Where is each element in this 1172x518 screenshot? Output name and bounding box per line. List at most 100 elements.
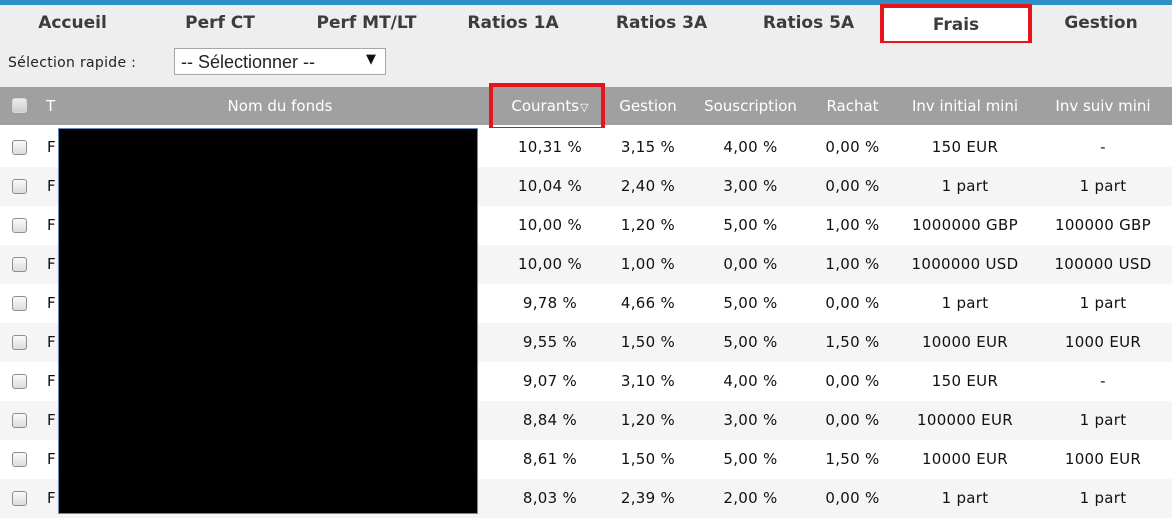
redacted-fund-names: [58, 128, 478, 514]
cell-courants: 8,03 %: [522, 489, 578, 507]
cell-gestion: 1,20 %: [620, 411, 676, 429]
column-header-inv-suiv[interactable]: Inv suiv mini: [1034, 87, 1172, 125]
column-header-courants[interactable]: Courants▽: [496, 87, 604, 125]
cell-inv-initial: 150 EUR: [931, 138, 999, 156]
cell-inv-initial: 1 part: [941, 177, 989, 195]
tab-bar: Accueil Perf CT Perf MT/LT Ratios 1A Rat…: [0, 5, 1172, 43]
cell-courants: 10,00 %: [517, 255, 583, 273]
cell-courants: 10,00 %: [517, 216, 583, 234]
tab-gestion[interactable]: Gestion: [1030, 5, 1172, 41]
tab-ratios-3a[interactable]: Ratios 3A: [588, 5, 735, 41]
quick-select-label: Sélection rapide :: [8, 55, 137, 71]
sort-descending-icon: ▽: [580, 101, 589, 114]
cell-rachat: 0,00 %: [825, 294, 880, 312]
cell-courants: 8,61 %: [522, 450, 578, 468]
tab-ratios-5a[interactable]: Ratios 5A: [735, 5, 882, 41]
column-header-type[interactable]: T: [46, 87, 60, 125]
column-header-gestion[interactable]: Gestion: [604, 87, 692, 125]
row-type: F: [47, 333, 56, 351]
cell-courants: 9,07 %: [522, 372, 578, 390]
column-header-courants-label: Courants: [511, 97, 580, 115]
tab-ratios-1a[interactable]: Ratios 1A: [438, 5, 588, 41]
cell-inv-suiv: 1 part: [1079, 294, 1127, 312]
tab-frais[interactable]: Frais: [882, 7, 1030, 43]
cell-courants: 8,84 %: [522, 411, 578, 429]
row-type: F: [47, 138, 56, 156]
cell-gestion: 3,15 %: [620, 138, 676, 156]
cell-courants: 9,55 %: [522, 333, 578, 351]
row-checkbox[interactable]: [12, 218, 27, 233]
row-type: F: [47, 411, 56, 429]
cell-souscription: 5,00 %: [723, 450, 778, 468]
cell-souscription: 2,00 %: [723, 489, 778, 507]
row-checkbox[interactable]: [12, 257, 27, 272]
tab-perf-ct[interactable]: Perf CT: [145, 5, 295, 41]
quick-select-value: -- Sélectionner --: [181, 52, 316, 72]
row-checkbox[interactable]: [12, 140, 27, 155]
cell-inv-initial: 1 part: [941, 294, 989, 312]
row-checkbox[interactable]: [12, 335, 27, 350]
cell-inv-suiv: 1 part: [1079, 177, 1127, 195]
cell-rachat: 0,00 %: [825, 177, 880, 195]
row-checkbox[interactable]: [12, 374, 27, 389]
cell-rachat: 1,00 %: [825, 216, 880, 234]
cell-rachat: 1,50 %: [825, 333, 880, 351]
cell-inv-suiv: 1000 EUR: [1064, 450, 1142, 468]
row-type: F: [47, 216, 56, 234]
cell-inv-initial: 1000000 USD: [911, 255, 1019, 273]
table-header: T Nom du fonds Courants▽ Gestion Souscri…: [0, 87, 1172, 125]
cell-souscription: 5,00 %: [723, 333, 778, 351]
column-header-inv-initial[interactable]: Inv initial mini: [896, 87, 1034, 125]
cell-inv-suiv: 1 part: [1079, 489, 1127, 507]
cell-inv-initial: 10000 EUR: [921, 450, 1009, 468]
column-header-rachat[interactable]: Rachat: [809, 87, 896, 125]
row-type: F: [47, 450, 56, 468]
row-checkbox[interactable]: [12, 296, 27, 311]
row-type: F: [47, 177, 56, 195]
cell-gestion: 1,50 %: [620, 450, 676, 468]
row-type: F: [47, 489, 56, 507]
column-header-souscription[interactable]: Souscription: [692, 87, 809, 125]
cell-inv-initial: 10000 EUR: [921, 333, 1009, 351]
cell-inv-suiv: 100000 USD: [1054, 255, 1152, 273]
row-type: F: [47, 372, 56, 390]
row-type: F: [47, 255, 56, 273]
tab-perf-mt-lt[interactable]: Perf MT/LT: [295, 5, 438, 41]
row-checkbox[interactable]: [12, 452, 27, 467]
cell-inv-suiv: 1000 EUR: [1064, 333, 1142, 351]
cell-souscription: 0,00 %: [723, 255, 778, 273]
cell-inv-suiv: 100000 GBP: [1055, 216, 1151, 234]
cell-rachat: 1,00 %: [825, 255, 880, 273]
row-checkbox[interactable]: [12, 179, 27, 194]
row-checkbox[interactable]: [12, 413, 27, 428]
cell-souscription: 3,00 %: [723, 177, 778, 195]
cell-gestion: 2,40 %: [620, 177, 676, 195]
cell-inv-initial: 1 part: [941, 489, 989, 507]
cell-souscription: 4,00 %: [723, 138, 778, 156]
tab-accueil[interactable]: Accueil: [0, 5, 145, 41]
cell-inv-suiv: -: [1100, 138, 1106, 156]
cell-gestion: 3,10 %: [620, 372, 676, 390]
cell-inv-initial: 150 EUR: [931, 372, 999, 390]
quick-select-dropdown[interactable]: -- Sélectionner -- ▼: [174, 48, 386, 75]
cell-souscription: 5,00 %: [723, 294, 778, 312]
cell-souscription: 4,00 %: [723, 372, 778, 390]
cell-rachat: 0,00 %: [825, 489, 880, 507]
cell-courants: 10,04 %: [517, 177, 583, 195]
cell-gestion: 1,50 %: [620, 333, 676, 351]
row-checkbox[interactable]: [12, 491, 27, 506]
column-header-name[interactable]: Nom du fonds: [80, 87, 480, 125]
dropdown-arrow-icon: ▼: [366, 52, 376, 67]
cell-inv-suiv: -: [1100, 372, 1106, 390]
cell-inv-initial: 1000000 GBP: [912, 216, 1018, 234]
cell-courants: 10,31 %: [517, 138, 583, 156]
cell-rachat: 0,00 %: [825, 372, 880, 390]
cell-gestion: 1,20 %: [620, 216, 676, 234]
cell-gestion: 4,66 %: [620, 294, 676, 312]
cell-rachat: 0,00 %: [825, 138, 880, 156]
select-all-checkbox[interactable]: [12, 98, 27, 113]
cell-inv-suiv: 1 part: [1079, 411, 1127, 429]
cell-rachat: 1,50 %: [825, 450, 880, 468]
cell-souscription: 5,00 %: [723, 216, 778, 234]
cell-gestion: 1,00 %: [620, 255, 676, 273]
